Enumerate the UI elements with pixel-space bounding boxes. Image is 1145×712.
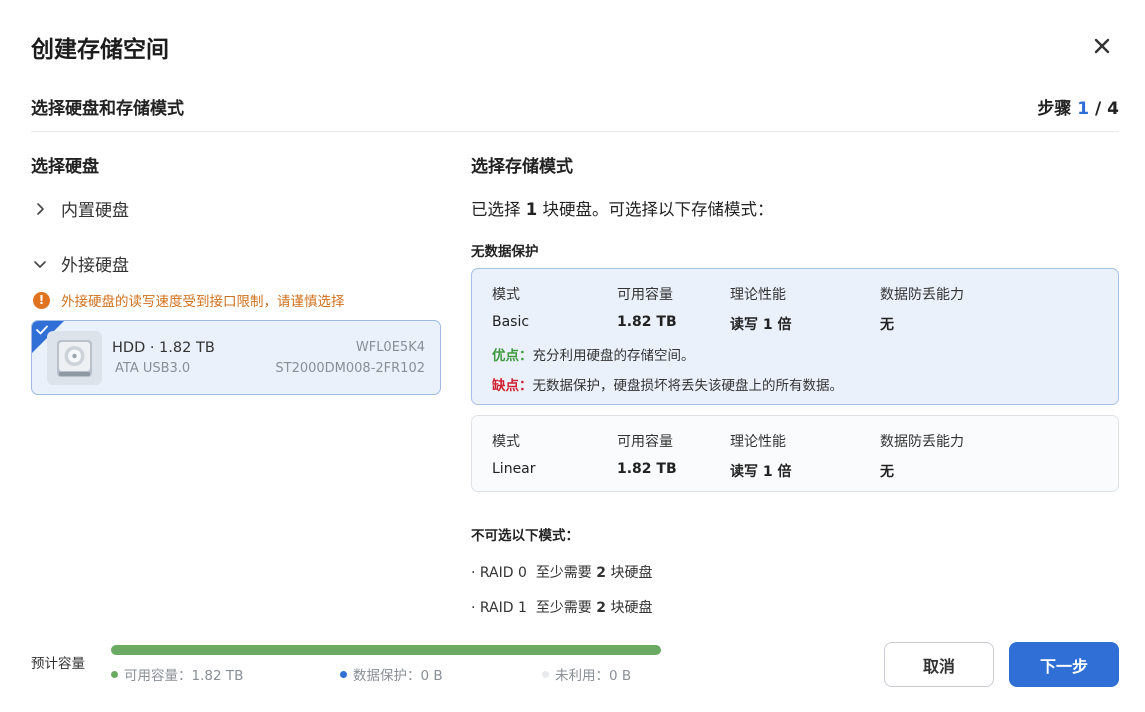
- raid-req-suffix: 块硬盘: [606, 600, 653, 616]
- lead-suffix: 块硬盘。可选择以下存储模式：: [537, 200, 774, 219]
- chevron-down-icon: [31, 255, 49, 273]
- legend-available-text: 可用容量：1.82 TB: [124, 668, 244, 684]
- header-mode: 模式: [492, 287, 520, 303]
- step-indicator: 步骤 1 / 4: [1037, 94, 1119, 119]
- pros-key: 优点：: [492, 348, 533, 364]
- raid-req-suffix: 块硬盘: [606, 565, 653, 581]
- tree-item-internal-label: 内置硬盘: [61, 201, 129, 221]
- warning-icon: !: [33, 291, 50, 309]
- step-total: / 4: [1089, 99, 1119, 119]
- selection-summary: 已选择 1 块硬盘。可选择以下存储模式：: [471, 196, 773, 220]
- dialog-title: 创建存储空间: [31, 37, 169, 63]
- legend-protection: 数据保护：0 B: [340, 664, 443, 684]
- next-button[interactable]: 下一步: [1009, 642, 1119, 687]
- unavailable-modes-label: 不可选以下模式：: [471, 528, 579, 544]
- hard-disk-icon: [47, 331, 102, 385]
- raid-req-prefix: 至少需要: [535, 600, 597, 616]
- mode-name: Linear: [492, 461, 536, 477]
- step-current: 1: [1077, 99, 1090, 119]
- no-protection-group-label: 无数据保护: [471, 244, 539, 260]
- cons-text: 无数据保护，硬盘损坏将丢失该硬盘上的所有数据。: [532, 378, 844, 394]
- legend-available: 可用容量：1.82 TB: [111, 664, 243, 684]
- header-divider: [31, 131, 1119, 132]
- header-performance: 理论性能: [730, 434, 786, 450]
- header-protection: 数据防丢能力: [880, 287, 964, 303]
- legend-dot-available: [111, 670, 118, 678]
- disk-serial: WFL0E5K4: [355, 340, 425, 355]
- raid-name: · RAID 1: [471, 600, 527, 616]
- raid-req-count: 2: [596, 565, 607, 581]
- legend-unused: 未利用：0 B: [542, 664, 631, 684]
- external-disk-warning: ! 外接硬盘的读写速度受到接口限制，请谨慎选择: [33, 290, 345, 310]
- header-performance: 理论性能: [730, 287, 786, 303]
- page-subtitle: 选择硬盘和存储模式: [31, 99, 184, 119]
- header-mode: 模式: [492, 434, 520, 450]
- capacity-bar: [111, 645, 661, 655]
- step-prefix: 步骤: [1037, 99, 1078, 119]
- mode-cons: 缺点：无数据保护，硬盘损坏将丢失该硬盘上的所有数据。: [492, 374, 843, 394]
- lead-count: 1: [525, 200, 538, 219]
- mode-protection: 无: [880, 317, 894, 333]
- raid-req-count: 2: [596, 600, 607, 616]
- mode-pros: 优点：充分利用硬盘的存储空间。: [492, 344, 695, 364]
- chevron-right-icon: [31, 200, 49, 218]
- tree-item-internal[interactable]: 内置硬盘: [31, 196, 129, 221]
- pros-text: 充分利用硬盘的存储空间。: [532, 348, 695, 364]
- unavailable-mode-raid1: · RAID 1 至少需要 2 块硬盘: [471, 597, 652, 617]
- unavailable-mode-raid0: · RAID 0 至少需要 2 块硬盘: [471, 562, 652, 582]
- disk-name: HDD · 1.82 TB: [112, 340, 215, 356]
- mode-performance: 读写 1 倍: [730, 317, 792, 333]
- mode-card-linear[interactable]: 模式 可用容量 理论性能 数据防丢能力 Linear 1.82 TB 读写 1 …: [471, 415, 1119, 492]
- disk-interface: ATA USB3.0: [115, 361, 191, 376]
- close-icon[interactable]: [1089, 33, 1115, 59]
- legend-protection-text: 数据保护：0 B: [353, 668, 443, 684]
- mode-protection: 无: [880, 464, 894, 480]
- raid-name: · RAID 0: [471, 565, 527, 581]
- tree-item-external-label: 外接硬盘: [61, 256, 129, 276]
- create-storage-dialog: 创建存储空间 选择硬盘和存储模式 步骤 1 / 4 选择硬盘 内置硬盘 外接硬盘…: [0, 0, 1145, 712]
- raid-req-prefix: 至少需要: [535, 565, 597, 581]
- tree-item-external[interactable]: 外接硬盘: [31, 251, 129, 276]
- legend-unused-text: 未利用：0 B: [555, 668, 632, 684]
- select-disk-title: 选择硬盘: [31, 157, 99, 177]
- mode-card-basic[interactable]: 模式 可用容量 理论性能 数据防丢能力 Basic 1.82 TB 读写 1 倍…: [471, 268, 1119, 405]
- disk-card[interactable]: HDD · 1.82 TB ATA USB3.0 WFL0E5K4 ST2000…: [31, 320, 441, 395]
- header-protection: 数据防丢能力: [880, 434, 964, 450]
- cancel-button[interactable]: 取消: [884, 642, 994, 687]
- disk-model: ST2000DM008-2FR102: [275, 361, 425, 376]
- legend-dot-unused: [542, 670, 549, 678]
- legend-dot-protection: [340, 670, 347, 678]
- lead-prefix: 已选择: [471, 200, 526, 219]
- cons-key: 缺点：: [492, 378, 533, 394]
- estimated-capacity-label: 预计容量: [31, 656, 85, 672]
- mode-name: Basic: [492, 314, 530, 330]
- mode-capacity: 1.82 TB: [617, 314, 677, 330]
- mode-capacity: 1.82 TB: [617, 461, 677, 477]
- mode-performance: 读写 1 倍: [730, 464, 792, 480]
- warning-text: 外接硬盘的读写速度受到接口限制，请谨慎选择: [61, 294, 345, 310]
- header-capacity: 可用容量: [617, 434, 673, 450]
- select-mode-title: 选择存储模式: [471, 157, 573, 177]
- header-capacity: 可用容量: [617, 287, 673, 303]
